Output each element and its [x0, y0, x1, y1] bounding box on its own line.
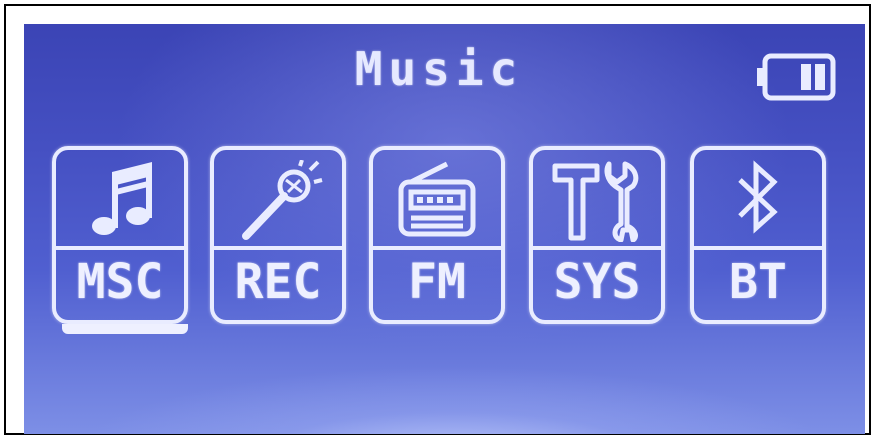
menu-item-label: REC	[234, 254, 322, 310]
menu-item-label: BT	[729, 254, 787, 310]
menu-item-sys[interactable]: SYS	[529, 146, 665, 324]
tools-icon	[552, 161, 639, 242]
menu-item-bt[interactable]: BT	[690, 146, 826, 324]
menu-item-rec[interactable]: REC	[210, 146, 346, 324]
tile-divider	[694, 246, 822, 250]
tile-divider	[56, 246, 184, 250]
tile-divider	[214, 246, 342, 250]
tile-divider	[373, 246, 501, 250]
lcd-screen: Music MSC REC FM SYS BT	[24, 24, 865, 434]
menu-item-fm[interactable]: FM	[369, 146, 505, 324]
tile-divider	[533, 246, 661, 250]
microphone-icon	[242, 160, 323, 240]
menu-item-msc[interactable]: MSC	[52, 146, 188, 334]
music-note-icon	[92, 162, 152, 235]
menu-item-label: FM	[408, 254, 466, 310]
bluetooth-icon	[738, 160, 778, 234]
display-frame: Music MSC REC FM SYS BT	[4, 4, 871, 435]
radio-icon	[398, 161, 476, 237]
menu-item-label: MSC	[76, 254, 164, 310]
battery-icon	[757, 53, 836, 101]
screen-title: Music	[354, 42, 524, 96]
menu-item-label: SYS	[553, 254, 641, 310]
